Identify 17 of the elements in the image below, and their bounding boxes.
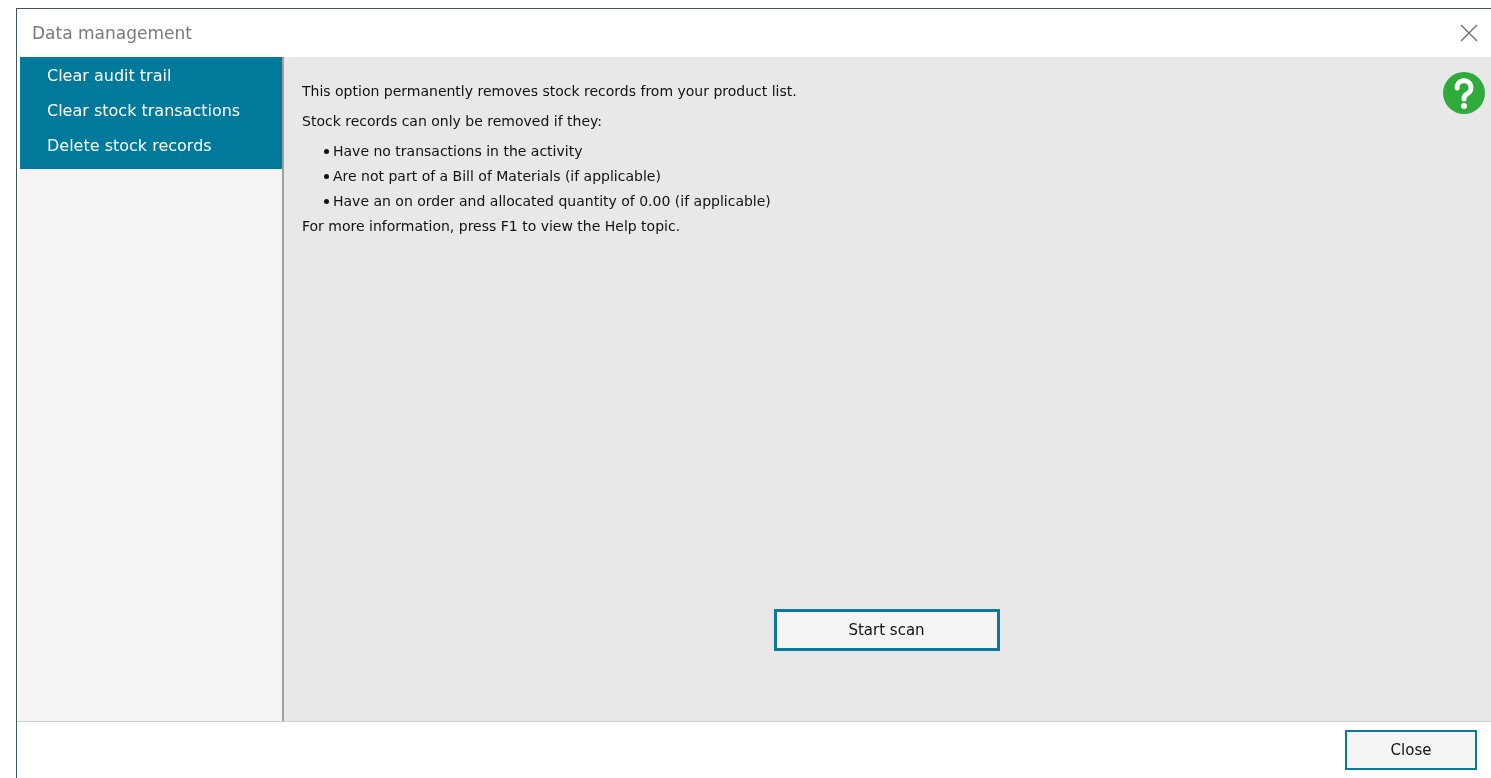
start-scan-button[interactable]: Start scan (773, 609, 1000, 651)
sidebar-item[interactable]: Clear audit trail (20, 62, 282, 97)
window-title: Data management (32, 23, 192, 43)
condition-item: Have no transactions in the activity (333, 143, 583, 159)
bullet-icon (324, 173, 329, 179)
close-icon[interactable] (1459, 23, 1479, 43)
sidebar-item[interactable]: Delete stock records (20, 132, 282, 167)
condition-heading: Stock records can only be removed if they: (302, 113, 603, 129)
close-button[interactable]: Close (1345, 730, 1477, 770)
condition-item: Are not part of a Bill of Materials (if applicable) (333, 168, 661, 184)
help-icon[interactable] (1442, 71, 1486, 115)
condition-item: Have an on order and allocated quantity of 0.00 (if applicable) (333, 193, 771, 209)
bullet-icon (324, 148, 329, 154)
intro-text: This option permanently removes stock records from your product list. (302, 83, 798, 99)
sidebar-item[interactable]: Clear stock transactions (20, 97, 282, 132)
help-note: For more information, press F1 to view the Help topic. (302, 218, 682, 234)
bullet-icon (324, 198, 329, 204)
